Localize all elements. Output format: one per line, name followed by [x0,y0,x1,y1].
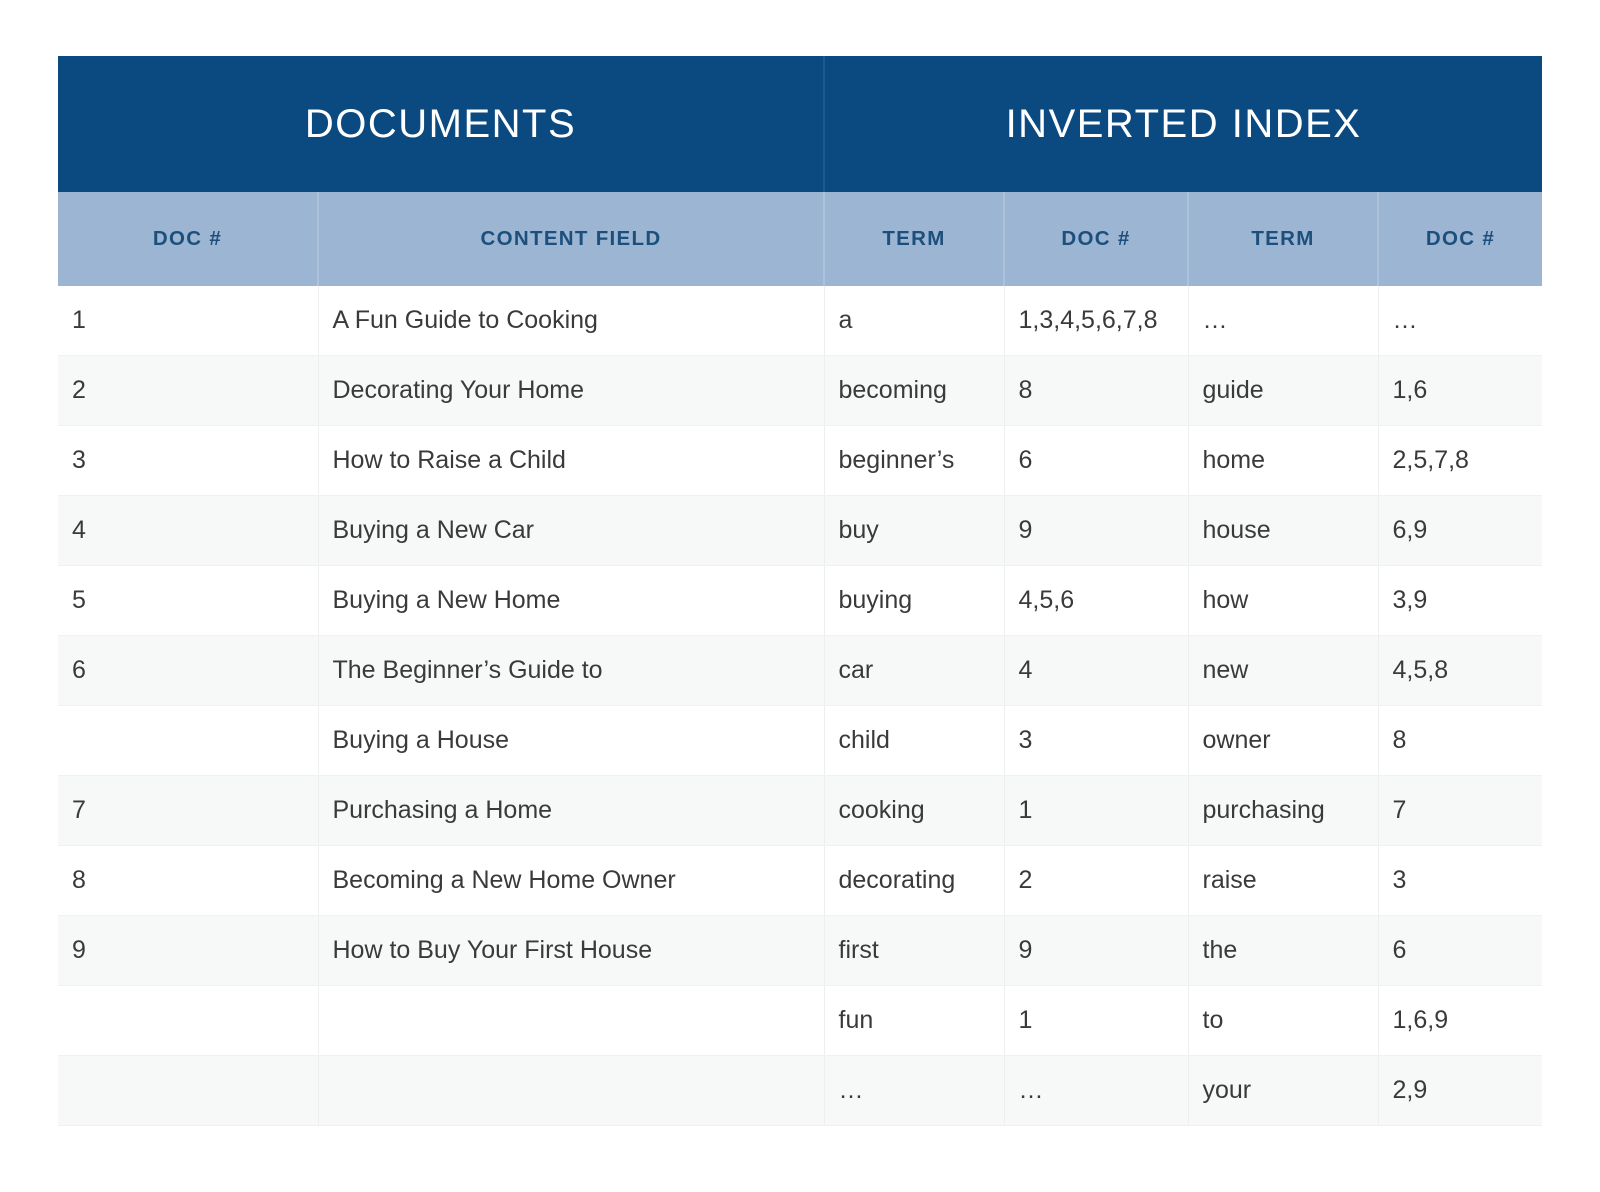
cell-doc-num: 2 [58,355,319,426]
cell-doc-num-b: 3 [1378,845,1543,916]
table-row: 6 The Beginner’s Guide to car 4 new 4,5,8 [58,635,1543,706]
cell-doc-num: 8 [58,845,319,916]
cell-term-a: decorating [824,845,1005,916]
cell-doc-num: 1 [58,286,319,356]
cell-doc-num-b: … [1378,286,1543,356]
cell-term-a: buy [824,495,1005,566]
cell-doc-num-b: 6,9 [1378,495,1543,566]
table-row: Buying a House child 3 owner 8 [58,705,1543,776]
cell-term-b: house [1188,495,1379,566]
cell-doc-num-a: … [1004,1055,1189,1126]
cell-doc-num: 9 [58,915,319,986]
cell-term-a: first [824,915,1005,986]
column-header-doc-num-2: DOC # [1004,192,1189,286]
column-header-term: TERM [823,192,1005,286]
column-header-doc-num-3: DOC # [1378,192,1543,286]
cell-doc-num-a: 2 [1004,845,1189,916]
cell-term-a: child [824,705,1005,776]
cell-term-a: fun [824,985,1005,1056]
cell-term-b: … [1188,286,1379,356]
cell-doc-num-a: 1,3,4,5,6,7,8 [1004,286,1189,356]
cell-doc-num: 6 [58,635,319,706]
cell-content-field: The Beginner’s Guide to [318,635,825,706]
cell-content-field: Becoming a New Home Owner [318,845,825,916]
cell-doc-num-b: 2,5,7,8 [1378,425,1543,496]
cell-term-a: car [824,635,1005,706]
cell-doc-num: 5 [58,565,319,636]
cell-doc-num-b: 2,9 [1378,1055,1543,1126]
column-header-term-2: TERM [1188,192,1379,286]
cell-term-b: the [1188,915,1379,986]
table-row: …… your 2,9 [58,1055,1543,1126]
column-header-doc-num: DOC # [58,192,319,286]
inverted-index-table: DOCUMENTS INVERTED INDEX DOC # CONTENT F… [58,56,1543,1126]
cell-term-a: … [824,1055,1005,1126]
cell-doc-num-b: 3,9 [1378,565,1543,636]
table-row: 5 Buying a New Home buying 4,5,6 how 3,9 [58,565,1543,636]
cell-content-field [318,985,825,1056]
cell-doc-num: 7 [58,775,319,846]
cell-term-a: cooking [824,775,1005,846]
cell-content-field: A Fun Guide to Cooking [318,286,825,356]
cell-doc-num [58,705,319,776]
cell-content-field: How to Buy Your First House [318,915,825,986]
cell-term-b: guide [1188,355,1379,426]
inverted-index-table-container: DOCUMENTS INVERTED INDEX DOC # CONTENT F… [58,56,1543,1126]
cell-content-field: How to Raise a Child [318,425,825,496]
cell-term-b: home [1188,425,1379,496]
cell-term-a: a [824,286,1005,356]
cell-content-field [318,1055,825,1126]
cell-content-field: Buying a New Car [318,495,825,566]
cell-doc-num [58,985,319,1056]
table-row: 2 Decorating Your Home becoming 8 guide 1,6 [58,355,1543,426]
cell-term-b: to [1188,985,1379,1056]
column-header-content-field: CONTENT FIELD [318,192,825,286]
cell-term-b: owner [1188,705,1379,776]
table-row: 8 Becoming a New Home Owner decorating 2 rai… [58,845,1543,916]
table-row: fun 1 to 1,6,9 [58,985,1543,1056]
cell-content-field: Buying a New Home [318,565,825,636]
cell-doc-num-a: 4 [1004,635,1189,706]
cell-term-a: buying [824,565,1005,636]
cell-content-field: Decorating Your Home [318,355,825,426]
section-title-documents: DOCUMENTS [58,56,824,192]
table-head: DOCUMENTS INVERTED INDEX DOC # CONTENT F… [58,56,1543,286]
cell-term-a: becoming [824,355,1005,426]
column-header-row: DOC # CONTENT FIELD TERM DOC # TERM DOC … [58,192,1543,286]
cell-doc-num-b: 1,6,9 [1378,985,1543,1056]
cell-term-b: purchasing [1188,775,1379,846]
section-title-inverted-index: INVERTED INDEX [822,56,1543,192]
cell-term-b: your [1188,1055,1379,1126]
cell-term-a: beginner’s [824,425,1005,496]
table-row: 9 How to Buy Your First House first 9 the 6 [58,915,1543,986]
cell-content-field: Buying a House [318,705,825,776]
cell-doc-num: 3 [58,425,319,496]
cell-doc-num-b: 8 [1378,705,1543,776]
cell-doc-num-a: 9 [1004,915,1189,986]
cell-doc-num-b: 4,5,8 [1378,635,1543,706]
cell-doc-num-a: 8 [1004,355,1189,426]
cell-doc-num-b: 7 [1378,775,1543,846]
cell-doc-num-a: 1 [1004,985,1189,1056]
table-row: 7 Purchasing a Home cooking 1 purchasing 7 [58,775,1543,846]
section-title-row: DOCUMENTS INVERTED INDEX [58,56,1543,192]
cell-doc-num-b: 6 [1378,915,1543,986]
cell-doc-num [58,1055,319,1126]
table-body: 1A Fun Guide to Cooking a 1,3,4,5,6,7,8…… 2… [58,286,1543,1126]
cell-doc-num-a: 9 [1004,495,1189,566]
cell-term-b: new [1188,635,1379,706]
cell-term-b: how [1188,565,1379,636]
cell-doc-num-a: 3 [1004,705,1189,776]
table-row: 4 Buying a New Car buy 9 house 6,9 [58,495,1543,566]
cell-doc-num: 4 [58,495,319,566]
cell-doc-num-a: 1 [1004,775,1189,846]
cell-doc-num-a: 4,5,6 [1004,565,1189,636]
table-row: 1A Fun Guide to Cooking a 1,3,4,5,6,7,8…… [58,286,1543,356]
cell-content-field: Purchasing a Home [318,775,825,846]
table-row: 3 How to Raise a Child beginner’s 6 home 2,5,… [58,425,1543,496]
cell-doc-num-a: 6 [1004,425,1189,496]
cell-term-b: raise [1188,845,1379,916]
cell-doc-num-b: 1,6 [1378,355,1543,426]
